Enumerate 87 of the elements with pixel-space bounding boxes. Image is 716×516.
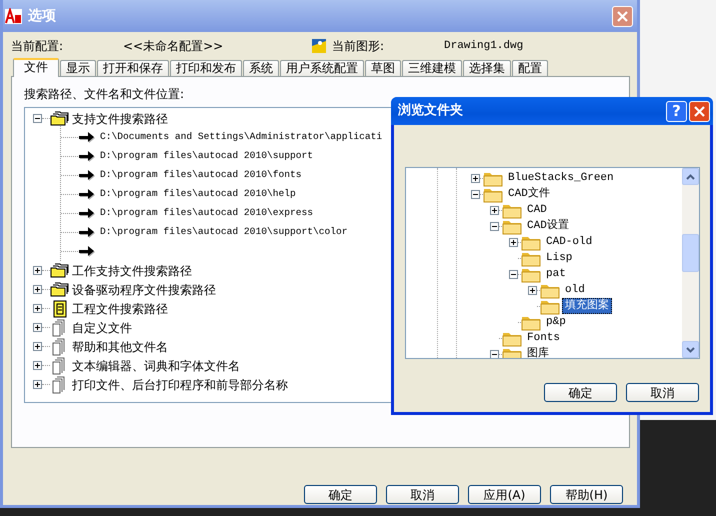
expand-toggle[interactable] [33, 266, 42, 275]
tree-item-label[interactable]: 工作支持文件搜索路径 [70, 262, 194, 280]
dialog-button[interactable]: 确定 [304, 485, 377, 504]
drawing-icon [311, 38, 327, 54]
scrollbar-thumb[interactable] [682, 234, 699, 272]
expand-toggle[interactable] [490, 206, 499, 214]
arrow-icon [78, 168, 96, 183]
expand-toggle[interactable] [33, 304, 42, 313]
drawing-label: 当前图形: [332, 38, 386, 55]
tab[interactable]: 选择集 [463, 60, 511, 76]
dialog-button[interactable]: 帮助(H) [550, 485, 623, 504]
tab[interactable]: 显示 [60, 60, 96, 76]
path-entry[interactable]: D:\program files\autocad 2010\fonts [100, 168, 302, 183]
dialog-title: 浏览文件夹 [398, 102, 463, 120]
expand-toggle[interactable] [33, 342, 42, 351]
folder-label[interactable]: BlueStacks_Green [505, 170, 617, 186]
profile-value: <<未命名配置>> [123, 38, 224, 55]
dialog-button[interactable]: 取消 [626, 383, 699, 402]
dialog-button[interactable]: 确定 [544, 383, 617, 402]
path-entry[interactable]: D:\program files\autocad 2010\help [100, 187, 296, 202]
arrow-icon [78, 225, 96, 240]
folder-label[interactable]: CAD设置 [524, 218, 572, 234]
tab[interactable]: 文件 [13, 58, 59, 77]
folder-label[interactable]: CAD文件 [505, 186, 553, 202]
close-button[interactable] [612, 6, 633, 26]
dialog-button[interactable]: 应用(A) [468, 485, 541, 504]
path-entry[interactable]: D:\program files\autocad 2010\express [100, 206, 314, 221]
folders-icon [50, 262, 70, 280]
tree-item-label[interactable]: 工程文件搜索路径 [70, 300, 170, 318]
collapse-toggle[interactable] [471, 190, 480, 198]
arrow-icon [78, 244, 96, 259]
expand-toggle[interactable] [528, 286, 537, 294]
expand-toggle[interactable] [33, 285, 42, 294]
tree-item-label[interactable]: 帮助和其他文件名 [70, 338, 170, 356]
tab[interactable]: 打印和发布 [170, 60, 242, 76]
tree-item-label[interactable]: 设备驱动程序文件搜索路径 [70, 280, 218, 298]
arrow-icon [78, 187, 96, 202]
app-icon [5, 8, 22, 24]
chevron-down-icon [686, 346, 695, 352]
arrow-icon [78, 206, 96, 221]
path-entry[interactable]: D:\program files\autocad 2010\support\color [100, 225, 348, 240]
folder-label[interactable]: p&p [543, 314, 569, 330]
folder-label[interactable]: pat [543, 266, 569, 282]
arrow-icon [78, 130, 96, 145]
tree-item-label[interactable]: 打印文件、后台打印程序和前导部分名称 [70, 376, 290, 394]
collapse-toggle[interactable] [33, 114, 42, 123]
folders-icon [50, 110, 70, 128]
dialog-button[interactable]: 取消 [386, 485, 459, 504]
path-entry[interactable]: C:\Documents and Settings\Administrator\applicati [100, 130, 382, 145]
tree-item-label[interactable]: 文本编辑器、词典和字体文件名 [70, 356, 242, 374]
help-button[interactable]: ? [666, 100, 687, 122]
tab[interactable]: 配置 [512, 60, 548, 76]
collapse-toggle[interactable] [490, 350, 499, 358]
folders-icon [50, 280, 70, 298]
folder-label[interactable]: 图库 [524, 346, 552, 358]
tab[interactable]: 系统 [243, 60, 279, 76]
folder-label[interactable]: 填充图案 [562, 298, 612, 314]
collapse-toggle[interactable] [490, 222, 499, 230]
window-title: 选项 [28, 6, 56, 26]
expand-toggle[interactable] [509, 238, 518, 246]
folder-label[interactable]: CAD [524, 202, 550, 218]
folder-label[interactable]: Lisp [543, 250, 576, 266]
scroll-up-button[interactable] [682, 168, 699, 185]
folder-label[interactable]: Fonts [524, 330, 564, 346]
folder-label[interactable]: CAD-old [543, 234, 596, 250]
expand-toggle[interactable] [33, 323, 42, 332]
tab[interactable]: 打开和保存 [97, 60, 169, 76]
folder-label[interactable]: old [562, 282, 588, 298]
profile-label: 当前配置: [11, 38, 64, 55]
tab[interactable]: 草图 [365, 60, 401, 76]
arrow-icon [78, 149, 96, 164]
close-button[interactable] [689, 100, 710, 122]
collapse-toggle[interactable] [509, 270, 518, 278]
scroll-down-button[interactable] [682, 341, 699, 358]
panel-label: 搜索路径、文件名和文件位置: [24, 86, 186, 103]
chevron-up-icon [686, 174, 695, 180]
tree-item-label[interactable]: 支持文件搜索路径 [70, 110, 170, 128]
tree-item-label[interactable]: 自定义文件 [70, 318, 134, 336]
path-entry[interactable]: D:\program files\autocad 2010\support [100, 149, 314, 164]
expand-toggle[interactable] [471, 174, 480, 182]
tab[interactable]: 三维建模 [402, 60, 462, 76]
drawing-value: Drawing1.dwg [444, 38, 524, 54]
close-icon [617, 10, 628, 22]
expand-toggle[interactable] [33, 361, 42, 370]
close-icon [694, 106, 705, 116]
tab[interactable]: 用户系统配置 [280, 60, 364, 76]
expand-toggle[interactable] [33, 380, 42, 389]
